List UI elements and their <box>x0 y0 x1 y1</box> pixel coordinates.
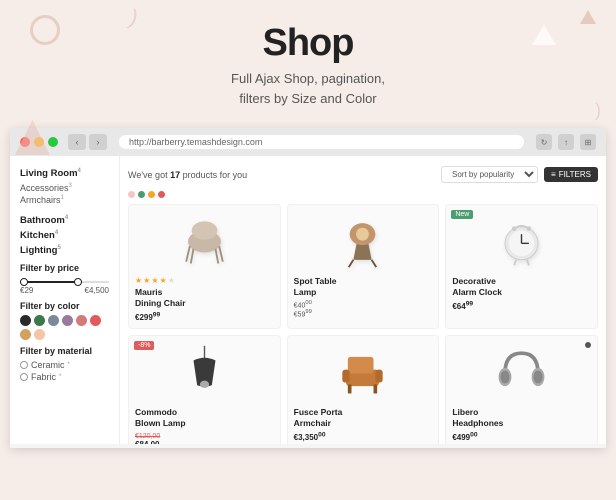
swatch-blue-gray[interactable] <box>48 315 59 326</box>
armchair-image <box>335 344 390 399</box>
sort-dropdown[interactable]: Sort by popularity <box>441 166 538 183</box>
maximize-dot[interactable] <box>48 137 58 147</box>
price-filter-title: Filter by price <box>20 263 109 273</box>
color-filter-title: Filter by color <box>20 301 109 311</box>
swatch-purple[interactable] <box>62 315 73 326</box>
hero-subtitle: Full Ajax Shop, pagination, filters by S… <box>0 69 616 108</box>
product-price: €29999 <box>135 311 274 322</box>
swatch-black[interactable] <box>20 315 31 326</box>
browser-nav: ‹ › <box>68 134 107 150</box>
active-filter-orange[interactable] <box>148 191 155 198</box>
url-bar[interactable]: http://barberry.temashdesign.com <box>119 135 524 149</box>
swatch-peach[interactable] <box>34 329 45 340</box>
bookmark-button[interactable]: ⊞ <box>580 134 596 150</box>
product-image-area-headphones <box>452 342 591 402</box>
accessories-item[interactable]: Accessories3 <box>20 183 109 193</box>
swatch-green[interactable] <box>34 315 45 326</box>
product-card-headphones[interactable]: LiberoHeadphones €49900 <box>445 335 598 444</box>
living-room-category[interactable]: Living Room4 <box>20 168 109 179</box>
product-grid: ★ ★ ★ ★ ★ MaurisDining Chair €29999 <box>128 204 598 444</box>
swatch-tan[interactable] <box>20 329 31 340</box>
product-image-area <box>135 211 274 271</box>
armchairs-item[interactable]: Armchairs1 <box>20 195 109 205</box>
product-price-clock: €6499 <box>452 300 591 311</box>
color-swatches <box>20 315 109 340</box>
star-2: ★ <box>143 276 150 285</box>
headphones-image <box>494 344 549 399</box>
main-header-controls: Sort by popularity ≡ FILTERS <box>441 166 598 183</box>
product-price-lamp: €4000 €5999 <box>294 300 433 319</box>
lamp-image <box>335 214 390 269</box>
shop-sidebar: Living Room4 Accessories3 Armchairs1 Bat… <box>10 156 120 444</box>
refresh-button[interactable]: ↻ <box>536 134 552 150</box>
swatch-red[interactable] <box>90 315 101 326</box>
active-filter-red[interactable] <box>158 191 165 198</box>
share-button[interactable]: ↑ <box>558 134 574 150</box>
product-price-armchair: €3,35000 <box>294 431 433 442</box>
material-filter-title: Filter by material <box>20 346 109 356</box>
ceramic-radio[interactable] <box>20 361 28 369</box>
product-price-blown-lamp: €120,00 €84,00 <box>135 431 274 444</box>
product-card-clock[interactable]: New <box>445 204 598 329</box>
star-3: ★ <box>151 276 158 285</box>
filters-button[interactable]: ≡ FILTERS <box>544 167 598 182</box>
bathroom-category[interactable]: Bathroom4 <box>20 215 109 226</box>
close-dot[interactable] <box>20 137 30 147</box>
product-name-clock: DecorativeAlarm Clock <box>452 276 591 298</box>
browser-content: Living Room4 Accessories3 Armchairs1 Bat… <box>10 156 606 444</box>
back-button[interactable]: ‹ <box>68 134 86 150</box>
fabric-option[interactable]: Fabric* <box>20 372 109 382</box>
star-1: ★ <box>135 276 142 285</box>
browser-mockup: ‹ › http://barberry.temashdesign.com ↻ ↑… <box>10 128 606 448</box>
chair-image <box>177 214 232 269</box>
product-card-chair[interactable]: ★ ★ ★ ★ ★ MaurisDining Chair €29999 <box>128 204 281 329</box>
lighting-category[interactable]: Lighting5 <box>20 245 109 256</box>
product-image-area-clock <box>452 211 591 271</box>
minimize-dot[interactable] <box>34 137 44 147</box>
blown-lamp-image <box>177 344 232 399</box>
product-card-blown-lamp[interactable]: -8% CommodoBlown Lamp €120,00 <box>128 335 281 444</box>
active-color-filters <box>128 191 598 198</box>
kitchen-category[interactable]: Kitchen4 <box>20 230 109 241</box>
product-price-headphones: €49900 <box>452 431 591 442</box>
product-name-headphones: LiberoHeadphones <box>452 407 591 429</box>
product-name-lamp: Spot TableLamp <box>294 276 433 298</box>
product-image-area-blown-lamp <box>135 342 274 402</box>
hero-section: Shop Full Ajax Shop, pagination, filters… <box>0 0 616 118</box>
product-name: MaurisDining Chair <box>135 287 274 309</box>
product-name-blown-lamp: CommodoBlown Lamp <box>135 407 274 429</box>
product-image-area-lamp <box>294 211 433 271</box>
star-4: ★ <box>160 276 167 285</box>
browser-toolbar: ‹ › http://barberry.temashdesign.com ↻ ↑… <box>10 128 606 156</box>
star-5: ★ <box>168 276 175 285</box>
products-count: We've got 17 products for you <box>128 170 247 180</box>
clock-image <box>494 214 549 269</box>
active-filter-green[interactable] <box>138 191 145 198</box>
fabric-radio[interactable] <box>20 373 28 381</box>
main-content: We've got 17 products for you Sort by po… <box>120 156 606 444</box>
price-range-slider[interactable]: €29 €4,500 <box>20 281 109 295</box>
product-name-armchair: Fusce PortaArmchair <box>294 407 433 429</box>
product-image-area-armchair <box>294 342 433 402</box>
product-card-armchair[interactable]: Fusce PortaArmchair €3,35000 <box>287 335 440 444</box>
filter-icon: ≡ <box>551 170 556 179</box>
product-card-lamp[interactable]: Spot TableLamp €4000 €5999 <box>287 204 440 329</box>
main-header: We've got 17 products for you Sort by po… <box>128 166 598 183</box>
ceramic-option[interactable]: Ceramic* <box>20 360 109 370</box>
forward-button[interactable]: › <box>89 134 107 150</box>
hero-title: Shop <box>0 22 616 65</box>
active-filter-pink[interactable] <box>128 191 135 198</box>
browser-dots <box>20 137 58 147</box>
product-stars: ★ ★ ★ ★ ★ <box>135 276 274 285</box>
swatch-pink[interactable] <box>76 315 87 326</box>
